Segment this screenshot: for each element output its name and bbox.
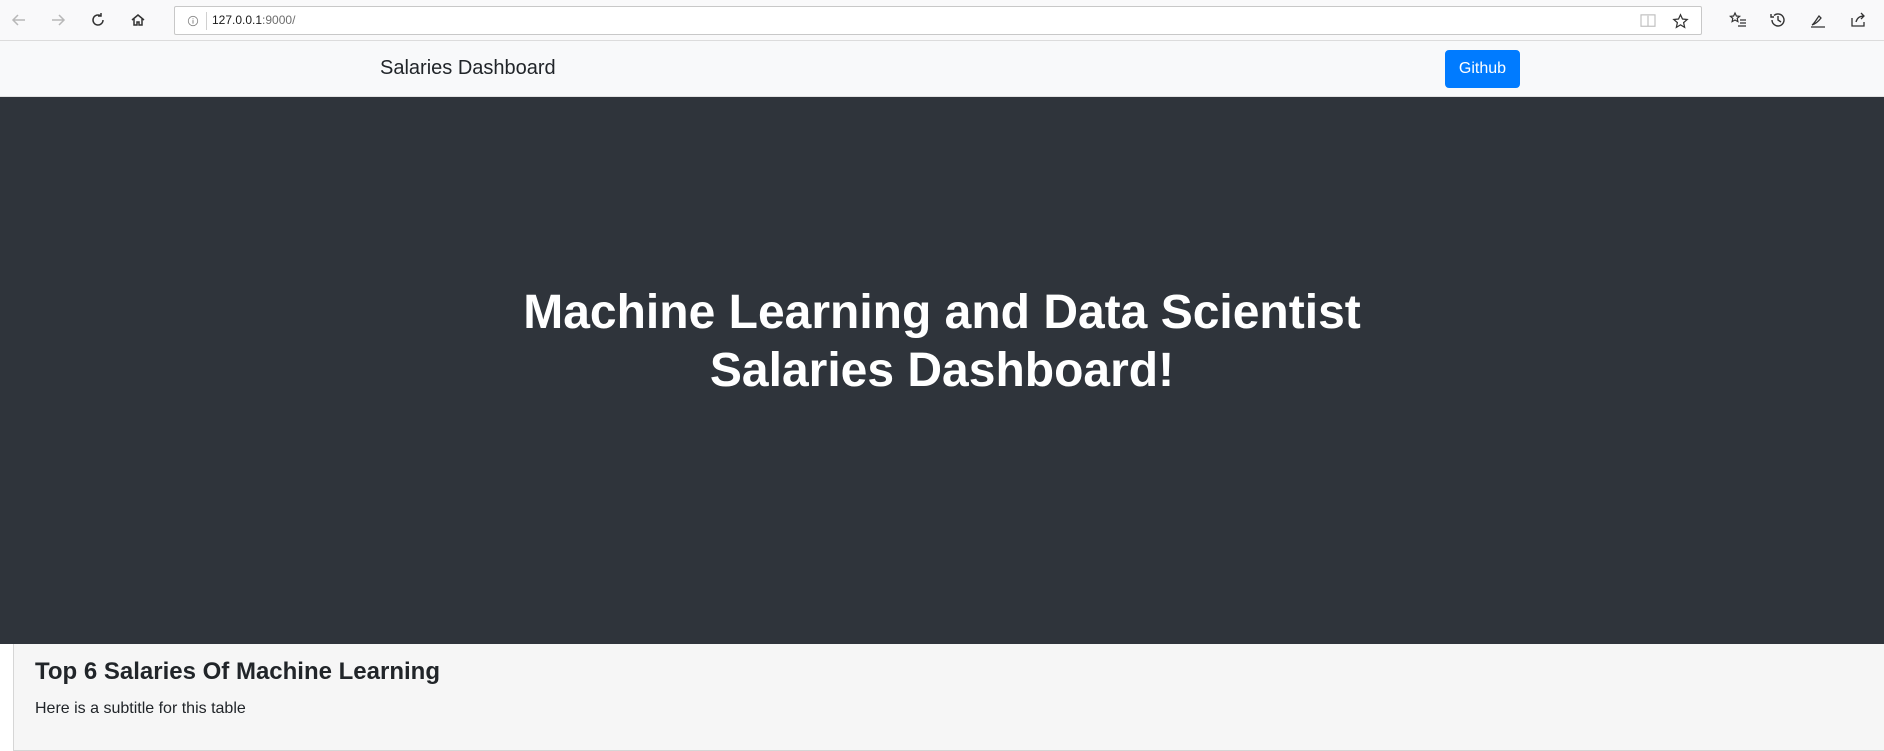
url-text[interactable]: 127.0.0.1:9000/ (212, 13, 295, 27)
reload-icon[interactable] (86, 8, 110, 32)
hero-title-line-2: Salaries Dashboard! (709, 344, 1175, 397)
site-navbar: Salaries Dashboard Github (0, 41, 1884, 97)
navbar-brand[interactable]: Salaries Dashboard (380, 57, 556, 80)
share-icon[interactable] (1846, 8, 1870, 32)
home-icon[interactable] (126, 8, 150, 32)
reader-view-icon[interactable] (1639, 13, 1657, 29)
pen-icon[interactable] (1806, 8, 1830, 32)
back-arrow-icon[interactable] (7, 8, 31, 32)
hero-title-line-1: Machine Learning and Data Scientist (523, 286, 1361, 339)
table-subtitle: Here is a subtitle for this table (35, 700, 246, 717)
hero-title: Machine Learning and Data Scientist Sala… (492, 284, 1392, 400)
history-icon[interactable] (1766, 8, 1790, 32)
salaries-table-card: Top 6 Salaries Of Machine Learning Here … (13, 644, 1884, 751)
forward-arrow-icon[interactable] (46, 8, 70, 32)
table-title: Top 6 Salaries Of Machine Learning (35, 658, 440, 685)
hero-jumbotron: Machine Learning and Data Scientist Sala… (0, 97, 1884, 644)
browser-toolbar: 127.0.0.1:9000/ (0, 0, 1884, 41)
url-host: 127.0.0.1 (212, 13, 263, 27)
favorites-icon[interactable] (1726, 8, 1750, 32)
star-icon[interactable] (1671, 12, 1689, 30)
url-divider (206, 12, 207, 30)
github-button[interactable]: Github (1445, 50, 1520, 88)
url-path: :9000/ (262, 13, 296, 27)
address-bar[interactable]: 127.0.0.1:9000/ (174, 6, 1702, 35)
info-icon[interactable] (185, 13, 201, 29)
